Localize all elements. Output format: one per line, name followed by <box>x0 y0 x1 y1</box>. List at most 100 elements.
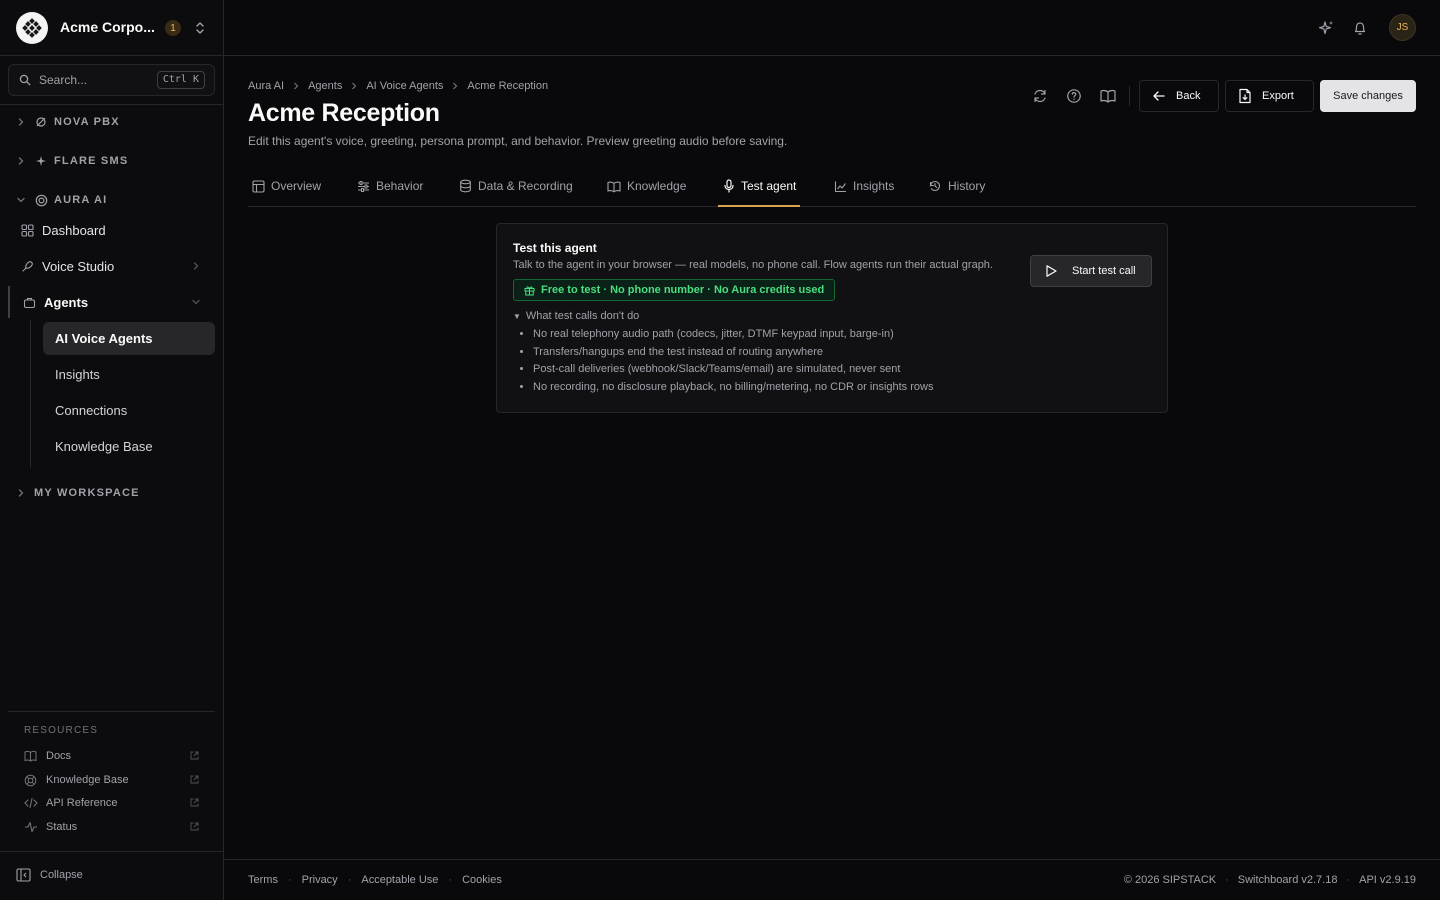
tab-data-recording[interactable]: Data & Recording <box>455 166 577 206</box>
chevron-right-icon <box>451 81 459 91</box>
external-link-icon <box>190 822 199 831</box>
tab-history[interactable]: History <box>924 166 989 206</box>
search-icon <box>19 74 31 86</box>
footer-meta: © 2026 SIPSTACK · Switchboard v2.7.18 · … <box>1124 874 1416 886</box>
sidebar-item-label: Voice Studio <box>42 258 115 274</box>
tab-label: Test agent <box>741 178 797 193</box>
breadcrumb-link[interactable]: AI Voice Agents <box>366 80 443 92</box>
sidebar-subitem-connections[interactable]: Connections <box>43 394 215 427</box>
chevron-right-icon <box>191 261 201 271</box>
collapse-sidebar-button[interactable]: Collapse <box>16 868 83 882</box>
tab-knowledge[interactable]: Knowledge <box>603 166 690 206</box>
card-title: Test this agent <box>513 241 597 255</box>
file-download-icon <box>1238 88 1252 104</box>
history-icon <box>928 179 942 193</box>
save-changes-button[interactable]: Save changes <box>1320 80 1416 112</box>
footer-link-terms[interactable]: Terms <box>248 874 278 886</box>
agents-icon <box>22 296 36 309</box>
start-test-call-button[interactable]: Start test call <box>1030 255 1152 287</box>
chevron-right-icon <box>16 117 28 127</box>
separator-dot: · <box>448 874 453 886</box>
sidebar-subitem-insights[interactable]: Insights <box>43 358 215 391</box>
notification-badge: 1 <box>165 20 181 36</box>
footer-link-privacy[interactable]: Privacy <box>302 874 338 886</box>
collapse-label: Collapse <box>40 869 83 881</box>
back-button[interactable]: Back <box>1139 80 1219 112</box>
breadcrumb-link[interactable]: Agents <box>308 80 342 92</box>
separator-dot: · <box>287 874 292 886</box>
layout-icon <box>252 179 265 193</box>
sidebar-item-voice-studio[interactable]: Voice Studio <box>8 250 215 282</box>
footer-links: Terms · Privacy · Acceptable Use · Cooki… <box>248 874 502 886</box>
dashboard-icon <box>20 223 34 237</box>
voice-studio-icon <box>20 260 34 273</box>
tab-label: Knowledge <box>627 179 687 193</box>
user-avatar[interactable]: JS <box>1389 14 1416 41</box>
sidebar-item-label: Dashboard <box>42 222 106 238</box>
org-logo-icon <box>16 12 48 44</box>
sidebar-group-flare-sms[interactable]: FLARE SMS <box>16 151 128 171</box>
resource-link-api-reference[interactable]: API Reference <box>24 794 199 812</box>
export-label: Export <box>1262 90 1294 102</box>
list-item: No recording, no disclosure playback, no… <box>533 381 933 399</box>
footer-link-cookies[interactable]: Cookies <box>462 874 502 886</box>
book-icon <box>607 180 621 193</box>
chevron-down-icon <box>191 297 201 307</box>
breadcrumb-link[interactable]: Aura AI <box>248 80 284 92</box>
caret-down-icon: ▼ <box>513 311 521 321</box>
resource-label: Knowledge Base <box>46 774 129 786</box>
tab-label: Insights <box>853 179 895 193</box>
start-test-call-label: Start test call <box>1072 265 1136 277</box>
tab-test-agent[interactable]: Test agent <box>718 166 801 207</box>
lifebuoy-icon <box>24 774 38 787</box>
tab-overview[interactable]: Overview <box>248 166 325 206</box>
help-icon[interactable] <box>1065 87 1083 105</box>
chevrons-up-down-icon <box>193 20 207 36</box>
resource-link-docs[interactable]: Docs <box>24 747 199 765</box>
sidebar-group-label: FLARE SMS <box>54 155 129 167</box>
breadcrumb-current: Acme Reception <box>467 80 549 92</box>
sidebar-group-nova-pbx[interactable]: NOVA PBX <box>16 112 120 132</box>
limitations-disclosure[interactable]: ▼ What test calls don't do <box>513 310 639 322</box>
sidebar-item-dashboard[interactable]: Dashboard <box>8 214 215 246</box>
book-open-icon[interactable] <box>1099 87 1117 105</box>
tab-behavior[interactable]: Behavior <box>353 166 427 206</box>
separator-dot: · <box>347 874 352 886</box>
footer-link-acceptable-use[interactable]: Acceptable Use <box>361 874 438 886</box>
book-icon <box>24 750 38 762</box>
refresh-icon[interactable] <box>1031 87 1049 105</box>
gift-icon <box>524 285 535 296</box>
list-item: Post-call deliveries (webhook/Slack/Team… <box>533 363 933 381</box>
back-label: Back <box>1176 90 1201 102</box>
sidebar-group-aura-ai[interactable]: AURA AI <box>16 190 107 210</box>
org-name: Acme Corpo... <box>60 19 155 35</box>
sidebar-item-label: Agents <box>44 294 89 310</box>
resource-link-status[interactable]: Status <box>24 818 199 836</box>
sidebar-item-agents[interactable]: Agents <box>8 286 215 318</box>
play-icon <box>1044 264 1058 278</box>
resources-heading: RESOURCES <box>24 725 99 736</box>
export-button[interactable]: Export <box>1225 80 1314 112</box>
sidebar-divider <box>8 711 215 712</box>
separator-dot: · <box>1225 874 1229 886</box>
chevron-right-icon <box>16 156 28 166</box>
sidebar-group-my-workspace[interactable]: MY WORKSPACE <box>16 483 140 503</box>
tab-insights[interactable]: Insights <box>830 166 898 206</box>
resource-link-knowledge-base[interactable]: Knowledge Base <box>24 771 199 789</box>
search-input[interactable]: Search... Ctrl K <box>8 64 215 96</box>
disclosure-summary: What test calls don't do <box>525 310 640 322</box>
bell-icon[interactable] <box>1351 19 1369 37</box>
limitations-list: No real telephony audio path (codecs, ji… <box>533 328 933 398</box>
ai-sparkles-icon[interactable] <box>1317 19 1335 37</box>
search-placeholder: Search... <box>39 73 88 87</box>
tab-bar: Overview Behavior Data & Recording Knowl… <box>248 166 1416 207</box>
list-item: Transfers/hangups end the test instead o… <box>533 346 933 364</box>
sidebar-subitem-knowledge-base[interactable]: Knowledge Base <box>43 430 215 463</box>
sidebar-collapse-icon <box>16 868 31 882</box>
sidebar-subitem-ai-voice-agents[interactable]: AI Voice Agents <box>43 322 215 355</box>
database-icon <box>459 179 472 193</box>
submenu-guide-line <box>30 320 31 468</box>
sidebar-divider <box>0 104 223 105</box>
org-switcher[interactable]: Acme Corpo... 1 <box>0 0 223 56</box>
sidebar-group-label: NOVA PBX <box>54 116 120 128</box>
